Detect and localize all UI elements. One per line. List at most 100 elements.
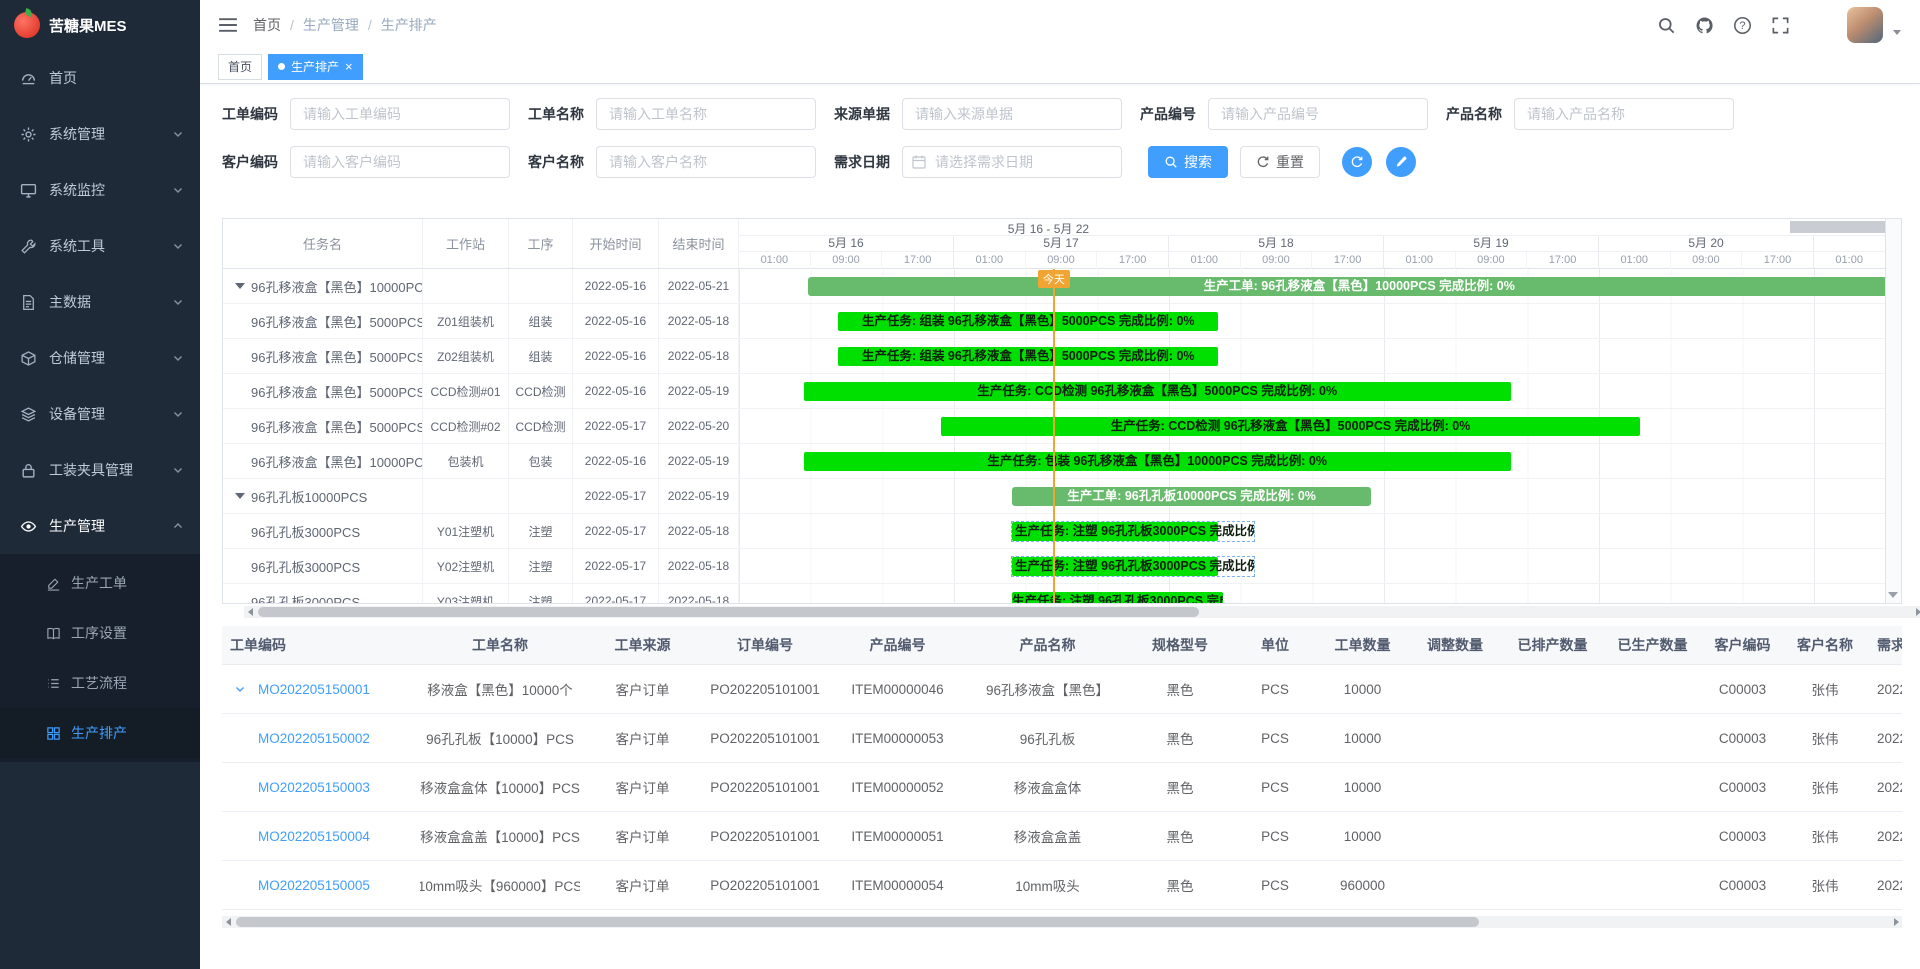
process-cell: 注塑	[509, 514, 573, 548]
table-scrollbar-thumb[interactable]	[236, 917, 1479, 927]
table-cell-wo-name: 移液盒盒盖【10000】PCS	[420, 812, 580, 860]
github-icon[interactable]	[1695, 16, 1714, 35]
sidebar-item-warehouse[interactable]: 仓储管理	[0, 330, 200, 386]
table-cell-adjust-qty	[1410, 714, 1500, 762]
search-button[interactable]: 搜索	[1148, 146, 1228, 178]
sidebar-item-fixture[interactable]: 工装夹具管理	[0, 442, 200, 498]
end-time-cell: 2022-05-19	[659, 444, 739, 478]
scroll-right-icon[interactable]	[1890, 916, 1902, 928]
sidebar-item-monitor[interactable]: 系统监控	[0, 162, 200, 218]
sidebar-item-scheduling[interactable]: 生产排产	[0, 708, 200, 758]
edit-icon	[46, 576, 61, 591]
work-order-link[interactable]: MO202205150005	[258, 878, 370, 893]
gantt-bar-task[interactable]: 生产任务: 注塑 96孔孔板3000PCS 完成比例: 0%	[1012, 557, 1218, 576]
table-cell-wo-code: MO202205150001	[222, 665, 420, 713]
task-name-cell: 96孔移液盒【黑色】5000PCS	[223, 304, 423, 338]
breadcrumb-item[interactable]: 生产管理	[303, 15, 359, 35]
sidebar-item-home[interactable]: 首页	[0, 50, 200, 106]
timeline-scroll-block[interactable]	[1790, 221, 1885, 233]
tab-生产排产[interactable]: 生产排产×	[268, 54, 363, 80]
gantt-bar-task[interactable]: 生产任务: CCD检测 96孔移液盒【黑色】5000PCS 完成比例: 0%	[804, 382, 1511, 401]
process-cell	[509, 269, 573, 303]
list-icon	[46, 676, 61, 691]
wo-name-input[interactable]	[596, 98, 816, 130]
sidebar-item-process-flow[interactable]: 工艺流程	[0, 658, 200, 708]
sidebar-item-process-setting[interactable]: 工序设置	[0, 608, 200, 658]
time-header-cell: 01:00	[739, 252, 811, 269]
font-size-icon[interactable]	[1809, 16, 1828, 35]
filter-row-2: 客户编码客户名称需求日期	[222, 146, 1140, 178]
filter-label: 工单名称	[528, 104, 584, 124]
gantt-table-row: 96孔移液盒【黑色】5000PCSZ01组装机组装2022-05-162022-…	[223, 304, 739, 339]
source-doc-input[interactable]	[902, 98, 1122, 130]
tab-首页[interactable]: 首页	[218, 54, 262, 80]
filter-label: 需求日期	[834, 152, 890, 172]
user-avatar[interactable]	[1847, 7, 1883, 43]
work-order-link[interactable]: MO202205150003	[258, 780, 370, 795]
sidebar-item-system[interactable]: 系统管理	[0, 106, 200, 162]
gantt-bar-task[interactable]: 生产任务: 包装 96孔移液盒【黑色】10000PCS 完成比例: 0%	[804, 452, 1511, 471]
table-column-header: 调整数量	[1410, 626, 1500, 664]
table-cell-customer-name: 张伟	[1785, 861, 1865, 909]
question-icon[interactable]: ?	[1733, 16, 1752, 35]
table-cell-wo-code: MO202205150002	[222, 714, 420, 762]
table-cell-adjust-qty	[1410, 763, 1500, 811]
caret-down-icon[interactable]	[1892, 27, 1902, 37]
sidebar-item-masterdata[interactable]: 主数据	[0, 274, 200, 330]
gantt-bar-order[interactable]: 生产工单: 96孔移液盒【黑色】10000PCS 完成比例: 0%	[808, 277, 1885, 296]
scroll-left-icon[interactable]	[222, 916, 234, 928]
close-icon[interactable]: ×	[345, 60, 353, 73]
table-column-header: 需求日期	[1865, 626, 1902, 664]
collapse-caret-icon[interactable]	[235, 283, 245, 289]
edit-circle-button[interactable]	[1386, 147, 1416, 177]
table-column-header: 工单数量	[1315, 626, 1410, 664]
gantt-horizontal-scrollbar[interactable]	[244, 606, 1920, 618]
gantt-scrollbar-thumb[interactable]	[258, 607, 1199, 617]
gantt-table-row: 96孔移液盒【黑色】10000PCS2022-05-162022-05-21	[223, 269, 739, 304]
sidebar-item-tools[interactable]: 系统工具	[0, 218, 200, 274]
sidebar-item-label: 主数据	[49, 292, 91, 312]
table-cell-produced-qty	[1605, 665, 1700, 713]
work-order-link[interactable]: MO202205150002	[258, 731, 370, 746]
table-column-header: 客户编码	[1700, 626, 1785, 664]
work-order-link[interactable]: MO202205150001	[258, 682, 370, 697]
sidebar-item-work-order[interactable]: 生产工单	[0, 558, 200, 608]
row-expand-icon[interactable]	[234, 683, 246, 695]
scroll-left-icon[interactable]	[244, 606, 256, 618]
gantt-bar-task[interactable]: 生产任务: CCD检测 96孔移液盒【黑色】5000PCS 完成比例: 0%	[941, 417, 1640, 436]
collapse-caret-icon[interactable]	[235, 493, 245, 499]
customer-name-input[interactable]	[596, 146, 816, 178]
product-name-input[interactable]	[1514, 98, 1734, 130]
scroll-right-icon[interactable]	[1912, 606, 1920, 618]
work-order-link[interactable]: MO202205150004	[258, 829, 370, 844]
gantt-bar-task[interactable]: 生产任务: 组装 96孔移液盒【黑色】5000PCS 完成比例: 0%	[838, 312, 1219, 331]
day-header-cell: 5月 20	[1599, 236, 1814, 251]
gantt-bar-task[interactable]: 生产任务: 注塑 96孔孔板3000PCS 完成比例: 0%	[1012, 592, 1223, 603]
breadcrumb-item[interactable]: 首页	[253, 15, 281, 35]
table-row: MO202205150001移液盒【黑色】10000个客户订单PO2022051…	[222, 665, 1902, 714]
product-no-input[interactable]	[1208, 98, 1428, 130]
today-line	[1053, 269, 1055, 603]
gantt-bar-task[interactable]: 生产任务: 注塑 96孔孔板3000PCS 完成比例: 0%	[1012, 522, 1218, 541]
gantt-table-row: 96孔孔板3000PCSY02注塑机注塑2022-05-172022-05-18	[223, 549, 739, 584]
gantt-vertical-scrollbar[interactable]	[1885, 219, 1901, 603]
fullscreen-icon[interactable]	[1771, 16, 1790, 35]
sidebar-item-production[interactable]: 生产管理	[0, 498, 200, 554]
refresh-circle-button[interactable]	[1342, 147, 1372, 177]
reset-button[interactable]: 重置	[1240, 146, 1320, 178]
customer-code-input[interactable]	[290, 146, 510, 178]
hamburger-icon[interactable]	[218, 16, 238, 34]
time-header-cell: 17:00	[1742, 252, 1814, 269]
table-cell-produced-qty	[1605, 812, 1700, 860]
pencil-icon	[1394, 155, 1408, 169]
day-header-row: 5月 165月 175月 185月 195月 205月 21	[739, 236, 1885, 252]
table-horizontal-scrollbar[interactable]	[222, 916, 1902, 928]
sidebar-item-equipment[interactable]: 设备管理	[0, 386, 200, 442]
gantt-bar-task[interactable]: 生产任务: 组装 96孔移液盒【黑色】5000PCS 完成比例: 0%	[838, 347, 1219, 366]
wo-code-input[interactable]	[290, 98, 510, 130]
gantt-bar-order[interactable]: 生产工单: 96孔孔板10000PCS 完成比例: 0%	[1012, 487, 1371, 506]
demand-date-input[interactable]	[902, 146, 1122, 178]
table-cell-produced-qty	[1605, 763, 1700, 811]
search-icon[interactable]	[1657, 16, 1676, 35]
scroll-down-icon[interactable]	[1888, 592, 1898, 598]
